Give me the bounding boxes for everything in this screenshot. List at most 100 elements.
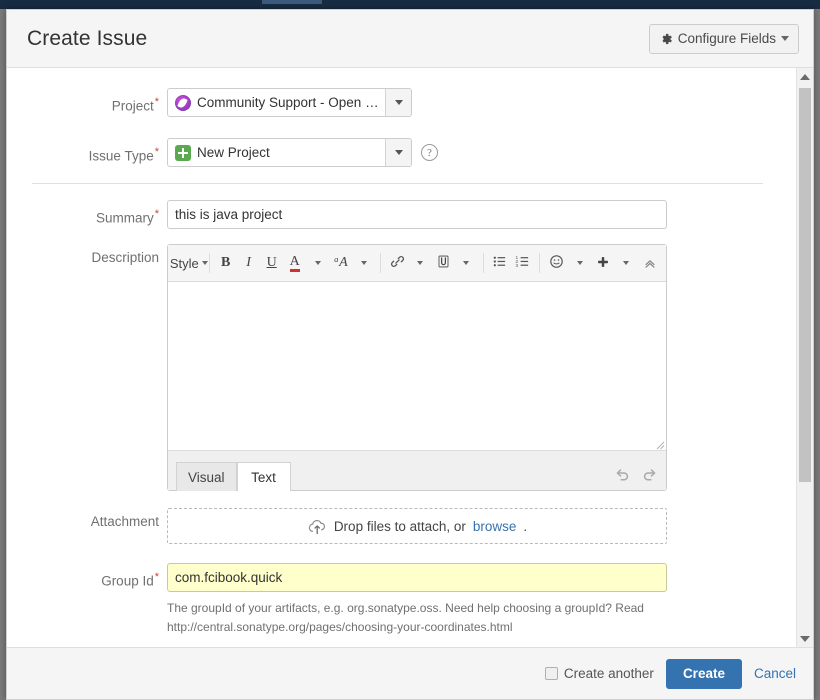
issue-type-select[interactable]: New Project bbox=[167, 138, 412, 167]
editor-text-color-button[interactable]: A bbox=[283, 251, 306, 276]
summary-label-text: Summary bbox=[95, 210, 154, 226]
attachment-browse-link[interactable]: browse bbox=[473, 519, 517, 534]
dialog-body: Project* Community Support - Open … Issu… bbox=[7, 68, 813, 647]
editor-insert-more-button[interactable] bbox=[591, 251, 614, 276]
toolbar-separator bbox=[380, 253, 381, 273]
editor-insert-more-dropdown[interactable] bbox=[614, 251, 637, 276]
editor-underline-button[interactable]: U bbox=[260, 251, 283, 276]
chevron-down-icon bbox=[314, 261, 321, 265]
browser-top-bar bbox=[0, 0, 820, 9]
chevron-down-icon bbox=[576, 261, 583, 265]
field-row-description: Description Style B I U A ᵃA 1 2 3 Visua… bbox=[7, 244, 796, 491]
editor-text-effects-button[interactable]: ᵃA bbox=[329, 251, 352, 276]
group-id-help-line-1: The groupId of your artifacts, e.g. org.… bbox=[167, 601, 644, 615]
section-divider bbox=[32, 183, 763, 184]
chevron-down-icon bbox=[201, 261, 208, 265]
link-icon bbox=[390, 254, 405, 272]
required-marker: * bbox=[154, 96, 159, 108]
editor-toolbar: Style B I U A ᵃA 1 2 3 bbox=[168, 245, 666, 282]
description-label-text: Description bbox=[91, 250, 159, 265]
group-id-label-text: Group Id bbox=[101, 573, 154, 589]
summary-input[interactable] bbox=[167, 200, 667, 229]
undo-icon[interactable] bbox=[614, 466, 631, 483]
configure-fields-button[interactable]: Configure Fields bbox=[648, 23, 799, 54]
issue-type-label: Issue Type* bbox=[7, 138, 167, 167]
emoji-icon bbox=[549, 254, 564, 272]
field-row-issue-type: Issue Type* New Project ? bbox=[7, 138, 796, 167]
field-row-group-id: Group Id* The groupId of your artifacts,… bbox=[7, 563, 796, 637]
chevron-down-icon bbox=[463, 261, 470, 265]
project-select-value-wrap: Community Support - Open … bbox=[168, 89, 385, 116]
create-issue-dialog: Create Issue Configure Fields Project* C… bbox=[6, 9, 814, 700]
editor-italic-button[interactable]: I bbox=[237, 251, 260, 276]
editor-bold-button[interactable]: B bbox=[214, 251, 237, 276]
scroll-down-button[interactable] bbox=[797, 630, 813, 647]
create-another-label: Create another bbox=[563, 666, 654, 681]
project-select-arrow[interactable] bbox=[385, 89, 411, 116]
issue-type-select-arrow[interactable] bbox=[385, 139, 411, 166]
page-title: Create Issue bbox=[27, 26, 148, 50]
summary-label: Summary* bbox=[7, 200, 167, 229]
resize-grip-icon[interactable] bbox=[653, 437, 665, 450]
scroll-up-button[interactable] bbox=[797, 68, 813, 85]
editor-emoji-dropdown[interactable] bbox=[568, 251, 591, 276]
editor-style-dropdown[interactable]: Style bbox=[170, 251, 208, 276]
cloud-upload-icon bbox=[307, 518, 327, 535]
editor-attach-dropdown[interactable] bbox=[455, 251, 478, 276]
issue-type-control: New Project ? bbox=[167, 138, 796, 167]
editor-emoji-button[interactable] bbox=[545, 251, 568, 276]
description-control: Style B I U A ᵃA 1 2 3 Visual Text bbox=[167, 244, 796, 491]
project-select[interactable]: Community Support - Open … bbox=[167, 88, 412, 117]
editor-text-color-dropdown[interactable] bbox=[306, 251, 329, 276]
question-mark-icon[interactable]: ? bbox=[421, 144, 438, 161]
required-marker: * bbox=[154, 571, 159, 583]
plus-icon bbox=[596, 255, 610, 272]
summary-control bbox=[167, 200, 796, 229]
editor-tab-visual[interactable]: Visual bbox=[176, 462, 237, 491]
field-row-project: Project* Community Support - Open … bbox=[7, 88, 796, 117]
editor-text-effects-label: ᵃA bbox=[333, 255, 348, 270]
editor-numbered-list-button[interactable]: 123 bbox=[511, 251, 534, 276]
attachment-dropzone[interactable]: Drop files to attach, or browse. bbox=[167, 508, 667, 544]
numbered-list-icon: 123 bbox=[515, 254, 530, 272]
group-id-label: Group Id* bbox=[7, 563, 167, 592]
create-another-checkbox-wrap[interactable]: Create another bbox=[544, 666, 654, 681]
paperclip-icon bbox=[436, 254, 451, 272]
project-control: Community Support - Open … bbox=[167, 88, 796, 117]
field-row-summary: Summary* bbox=[7, 200, 796, 229]
project-avatar-icon bbox=[175, 94, 191, 111]
editor-tab-text[interactable]: Text bbox=[236, 462, 291, 491]
editor-collapse-toolbar-button[interactable] bbox=[637, 251, 660, 276]
form-scrollbar[interactable] bbox=[796, 68, 813, 647]
attachment-label-text: Attachment bbox=[90, 514, 159, 529]
scroll-up-arrow-icon bbox=[800, 73, 810, 80]
editor-attach-button[interactable] bbox=[432, 251, 455, 276]
field-row-attachment: Attachment Drop files to attach, or brow bbox=[7, 508, 796, 544]
redo-icon[interactable] bbox=[641, 466, 658, 483]
svg-text:3: 3 bbox=[516, 263, 519, 268]
editor-bullet-list-button[interactable] bbox=[488, 251, 511, 276]
toolbar-separator bbox=[482, 253, 484, 273]
editor-link-button[interactable] bbox=[386, 251, 409, 276]
group-id-input[interactable] bbox=[167, 563, 667, 592]
bullet-list-icon bbox=[492, 254, 507, 272]
create-another-checkbox[interactable] bbox=[544, 667, 558, 680]
dialog-footer: Create another Create Cancel bbox=[7, 647, 813, 699]
editor-text-color-label: A bbox=[289, 254, 300, 272]
attachment-drop-text-period: . bbox=[523, 518, 528, 534]
editor-footer: Visual Text bbox=[168, 450, 666, 491]
form-scroll-region: Project* Community Support - Open … Issu… bbox=[7, 68, 796, 647]
editor-style-label: Style bbox=[169, 255, 199, 271]
cancel-button[interactable]: Cancel bbox=[754, 666, 796, 681]
editor-history-controls bbox=[614, 466, 658, 490]
create-button[interactable]: Create bbox=[665, 658, 742, 689]
description-textarea[interactable] bbox=[168, 282, 666, 450]
description-label: Description bbox=[7, 244, 167, 268]
project-label-text: Project bbox=[111, 98, 154, 114]
scrollbar-thumb[interactable] bbox=[799, 88, 811, 482]
editor-text-effects-dropdown[interactable] bbox=[352, 251, 375, 276]
dialog-header: Create Issue Configure Fields bbox=[7, 10, 813, 68]
issue-type-select-value: New Project bbox=[197, 145, 270, 160]
editor-link-dropdown[interactable] bbox=[409, 251, 432, 276]
chevron-down-icon bbox=[622, 261, 629, 265]
